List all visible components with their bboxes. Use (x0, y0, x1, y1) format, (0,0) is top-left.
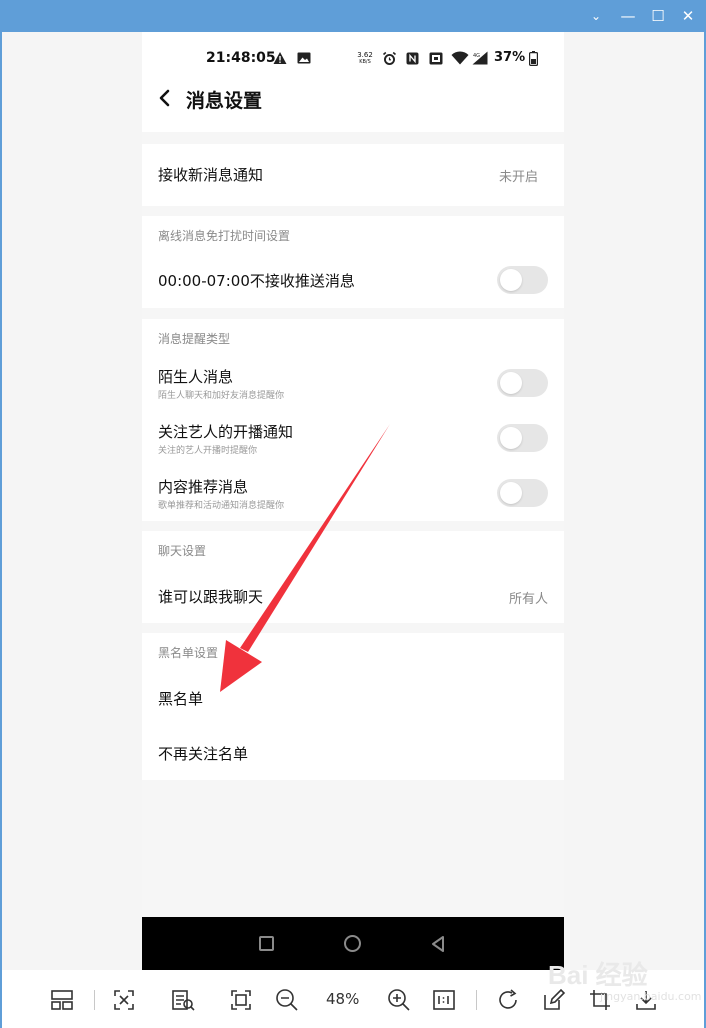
content-rec-toggle[interactable] (497, 479, 548, 507)
stranger-msg-toggle[interactable] (497, 369, 548, 397)
artist-live-toggle[interactable] (497, 424, 548, 452)
alarm-icon (382, 51, 397, 65)
chat-header: 聊天设置 (158, 544, 207, 558)
nfc-icon (406, 52, 419, 65)
one-to-one-icon[interactable] (432, 988, 456, 1012)
warning-icon (273, 52, 287, 64)
notify-label: 接收新消息通知 (158, 166, 264, 184)
toggle-knob (500, 482, 522, 504)
battery-percent: 37% (494, 50, 526, 65)
image-icon (297, 52, 311, 64)
home-icon[interactable] (344, 935, 361, 952)
android-nav-bar (142, 917, 564, 970)
network-speed: 3.62 KB/S (356, 52, 374, 66)
baidu-watermark: Bai 经验 (548, 960, 648, 990)
toggle-knob (500, 427, 522, 449)
layout-icon[interactable] (50, 988, 74, 1012)
svg-text:4G: 4G (473, 53, 480, 59)
chevron-down-icon[interactable]: ⌄ (584, 4, 608, 28)
vibrate-icon (429, 52, 443, 65)
chat-permission-value: 所有人 (508, 592, 548, 607)
baidu-watermark-url: jingyan.baidu.com (600, 990, 702, 1003)
blacklist-header: 黑名单设置 (158, 646, 219, 660)
minimize-button[interactable]: — (616, 4, 640, 28)
fit-screen-icon[interactable] (112, 988, 136, 1012)
dnd-toggle[interactable] (497, 266, 548, 294)
notify-value: 未开启 (498, 170, 538, 185)
actual-size-frame-icon[interactable] (229, 988, 253, 1012)
toolbar-divider (476, 990, 477, 1010)
maximize-button[interactable]: ☐ (646, 4, 670, 28)
zoom-level: 48% (326, 990, 360, 1008)
content-rec-sub: 歌单推荐和活动通知消息提醒你 (158, 501, 285, 511)
blacklist-section: 黑名单设置 黑名单 不再关注名单 (142, 633, 564, 780)
chat-permission-label: 谁可以跟我聊天 (158, 588, 264, 606)
notify-row[interactable]: 接收新消息通知 未开启 (142, 144, 564, 206)
types-section: 消息提醒类型 陌生人消息 陌生人聊天和加好友消息提醒你 关注艺人的开播通知 关注… (142, 319, 564, 521)
unfollow-list-item[interactable]: 不再关注名单 (158, 743, 248, 764)
close-button[interactable]: ✕ (676, 4, 700, 28)
rotate-icon[interactable] (496, 988, 520, 1012)
dnd-header: 离线消息免打扰时间设置 (158, 229, 291, 243)
dnd-section: 离线消息免打扰时间设置 00:00-07:00不接收推送消息 (142, 216, 564, 308)
wifi-icon (451, 51, 469, 65)
chat-section: 聊天设置 谁可以跟我聊天 所有人 (142, 531, 564, 623)
content-rec-title: 内容推荐消息 (158, 478, 249, 496)
artist-live-title: 关注艺人的开播通知 (158, 423, 294, 441)
back-arrow-icon[interactable] (156, 86, 174, 110)
zoom-in-icon[interactable] (387, 988, 411, 1012)
stranger-msg-sub: 陌生人聊天和加好友消息提醒你 (158, 391, 285, 401)
dnd-label: 00:00-07:00不接收推送消息 (158, 272, 355, 290)
stranger-msg-title: 陌生人消息 (158, 368, 234, 386)
blacklist-item[interactable]: 黑名单 (158, 688, 203, 709)
zoom-out-icon[interactable] (275, 988, 299, 1012)
artist-live-sub: 关注的艺人开播时提醒你 (158, 446, 258, 456)
signal-icon: 4G (472, 51, 488, 65)
status-time: 21:48:05 (206, 50, 276, 66)
window-titlebar: ⌄ — ☐ ✕ (0, 0, 706, 32)
page-title: 消息设置 (186, 90, 263, 112)
toolbar-divider (94, 990, 95, 1010)
ocr-icon[interactable] (171, 988, 195, 1012)
network-speed-value: 3.62 (357, 51, 373, 59)
app-bar: 消息设置 (142, 74, 564, 132)
nav-back-icon[interactable] (430, 935, 446, 953)
recent-apps-icon[interactable] (259, 936, 274, 951)
toggle-knob (500, 269, 522, 291)
phone-screen: 21:48:05 3.62 KB/S 4G 37% 消息设置 接收新消息通知 未… (142, 32, 564, 970)
battery-icon (529, 51, 538, 66)
types-header: 消息提醒类型 (158, 332, 231, 346)
network-speed-unit: KB/S (359, 59, 371, 65)
toggle-knob (500, 372, 522, 394)
